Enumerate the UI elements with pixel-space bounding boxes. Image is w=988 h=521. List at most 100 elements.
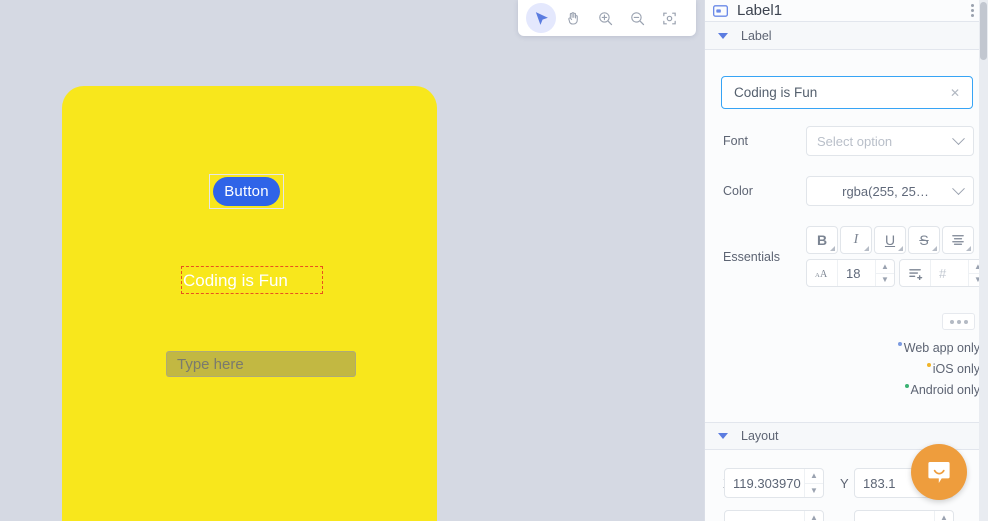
panel-scrollbar-thumb[interactable] xyxy=(980,2,987,60)
font-size-icon[interactable]: A A xyxy=(807,260,838,286)
zoom-out-icon xyxy=(630,11,644,25)
dropdown-corner-icon xyxy=(898,246,903,251)
section-layout-title: Layout xyxy=(741,429,779,443)
label-text-field[interactable]: Coding is Fun ✕ xyxy=(721,76,973,109)
stepper-up-icon[interactable]: ▲ xyxy=(876,260,894,274)
x-stepper[interactable]: ▲ ▼ xyxy=(804,469,823,497)
x-label: X xyxy=(705,476,732,491)
color-select-value: rgba(255, 25… xyxy=(842,183,929,199)
y-label: Y xyxy=(840,475,849,491)
width-field[interactable]: ▲ ▼ xyxy=(724,510,824,521)
legend-web-app-only: Web app only xyxy=(897,341,980,355)
font-size-value[interactable]: 18 xyxy=(838,260,875,286)
height-value xyxy=(855,511,934,521)
x-field[interactable]: 119.303970 ▲ ▼ xyxy=(724,468,824,498)
hand-icon xyxy=(568,12,578,25)
legend-text: iOS only xyxy=(932,362,980,376)
dropdown-corner-icon xyxy=(966,246,971,251)
chevron-down-icon xyxy=(718,32,728,39)
section-label-header[interactable]: Label xyxy=(705,22,988,50)
platform-dot-icon xyxy=(904,384,909,388)
label-widget-icon xyxy=(713,4,728,17)
underline-glyph: U xyxy=(884,232,896,248)
cursor-icon xyxy=(535,11,548,25)
font-label: Font xyxy=(723,134,749,148)
intercom-chat-button[interactable] xyxy=(911,444,967,500)
zoom-in-icon xyxy=(598,11,612,25)
text-align-button[interactable] xyxy=(942,226,974,254)
x-value: 119.303970 xyxy=(733,475,801,491)
kebab-menu-icon[interactable] xyxy=(967,2,978,19)
canvas-toolbar xyxy=(518,0,696,36)
clear-icon[interactable]: ✕ xyxy=(946,86,964,100)
color-select[interactable]: rgba(255, 25… xyxy=(806,176,974,206)
essentials-format-row: B I U S xyxy=(806,226,976,254)
fit-screen-tool[interactable] xyxy=(654,3,684,33)
panel-header: Label1 xyxy=(705,0,988,22)
panel-title: Label1 xyxy=(737,2,783,19)
dot-icon xyxy=(949,319,954,324)
strikethrough-button[interactable]: S xyxy=(908,226,940,254)
canvas-button-widget[interactable]: Button xyxy=(213,177,280,206)
dot-icon xyxy=(956,319,961,324)
chevron-down-icon xyxy=(952,131,965,145)
color-label: Color xyxy=(723,184,753,198)
canvas-text-input-widget[interactable]: Type here xyxy=(166,351,356,377)
bold-button[interactable]: B xyxy=(806,226,838,254)
font-size-group: A A 18 ▲ ▼ xyxy=(806,259,895,287)
stepper-up-icon[interactable]: ▲ xyxy=(935,511,953,521)
dot-icon xyxy=(963,319,968,324)
legend-text: Web app only xyxy=(903,341,980,355)
stepper-down-icon[interactable]: ▼ xyxy=(805,484,823,498)
zoom-out-tool[interactable] xyxy=(622,3,652,33)
chevron-down-icon xyxy=(952,181,965,195)
text-align-icon xyxy=(952,235,964,245)
dropdown-corner-icon xyxy=(932,246,937,251)
essentials-size-row: A A 18 ▲ ▼ # ▲ ▼ xyxy=(806,259,988,287)
font-property-row: Font Select option xyxy=(705,126,988,156)
properties-panel: Label1 Label Coding is Fun ✕ Font Select… xyxy=(704,0,988,521)
height-stepper[interactable]: ▲ ▼ xyxy=(934,511,953,521)
zoom-in-tool[interactable] xyxy=(590,3,620,33)
line-spacing-icon[interactable] xyxy=(900,260,931,286)
line-spacing-group: # ▲ ▼ xyxy=(899,259,988,287)
font-select-value: Select option xyxy=(817,133,893,149)
phone-preview-frame[interactable]: Button Coding is Fun Type here xyxy=(62,86,437,521)
italic-button[interactable]: I xyxy=(840,226,872,254)
canvas-label-widget[interactable]: Coding is Fun xyxy=(181,266,323,294)
width-stepper[interactable]: ▲ ▼ xyxy=(804,511,823,521)
fit-screen-icon xyxy=(662,12,676,24)
app-root: Button Coding is Fun Type here Label1 La… xyxy=(0,0,988,521)
dropdown-corner-icon xyxy=(830,246,835,251)
section-label-title: Label xyxy=(741,28,772,43)
layout-size-row: ▲ ▼ ▲ ▼ xyxy=(705,510,954,521)
width-value xyxy=(725,511,804,521)
stepper-up-icon[interactable]: ▲ xyxy=(805,511,823,521)
platform-dot-icon xyxy=(926,363,931,367)
line-spacing-value[interactable]: # xyxy=(931,260,968,286)
button-widget-selection-box[interactable]: Button xyxy=(209,174,284,209)
platform-dot-icon xyxy=(897,342,902,346)
color-property-row: Color rgba(255, 25… xyxy=(705,176,988,206)
select-tool[interactable] xyxy=(526,3,556,33)
label-text-value: Coding is Fun xyxy=(734,85,818,100)
stepper-up-icon[interactable]: ▲ xyxy=(805,469,823,484)
chevron-down-icon xyxy=(718,433,728,439)
more-options-button[interactable] xyxy=(942,313,975,330)
pan-tool[interactable] xyxy=(558,3,588,33)
height-field[interactable]: ▲ ▼ xyxy=(854,510,954,521)
essentials-label: Essentials xyxy=(723,250,780,264)
italic-glyph: I xyxy=(853,232,859,247)
underline-button[interactable]: U xyxy=(874,226,906,254)
legend-android-only: Android only xyxy=(904,383,981,397)
strikethrough-glyph: S xyxy=(919,232,929,248)
legend-ios-only: iOS only xyxy=(926,362,980,376)
legend-text: Android only xyxy=(910,383,981,397)
font-size-stepper[interactable]: ▲ ▼ xyxy=(875,260,894,286)
bold-glyph: B xyxy=(816,232,828,248)
design-canvas[interactable]: Button Coding is Fun Type here xyxy=(0,0,704,521)
chat-bubble-icon xyxy=(928,462,950,483)
panel-scrollbar[interactable] xyxy=(979,0,988,521)
stepper-down-icon[interactable]: ▼ xyxy=(876,274,894,287)
font-select[interactable]: Select option xyxy=(806,126,974,156)
